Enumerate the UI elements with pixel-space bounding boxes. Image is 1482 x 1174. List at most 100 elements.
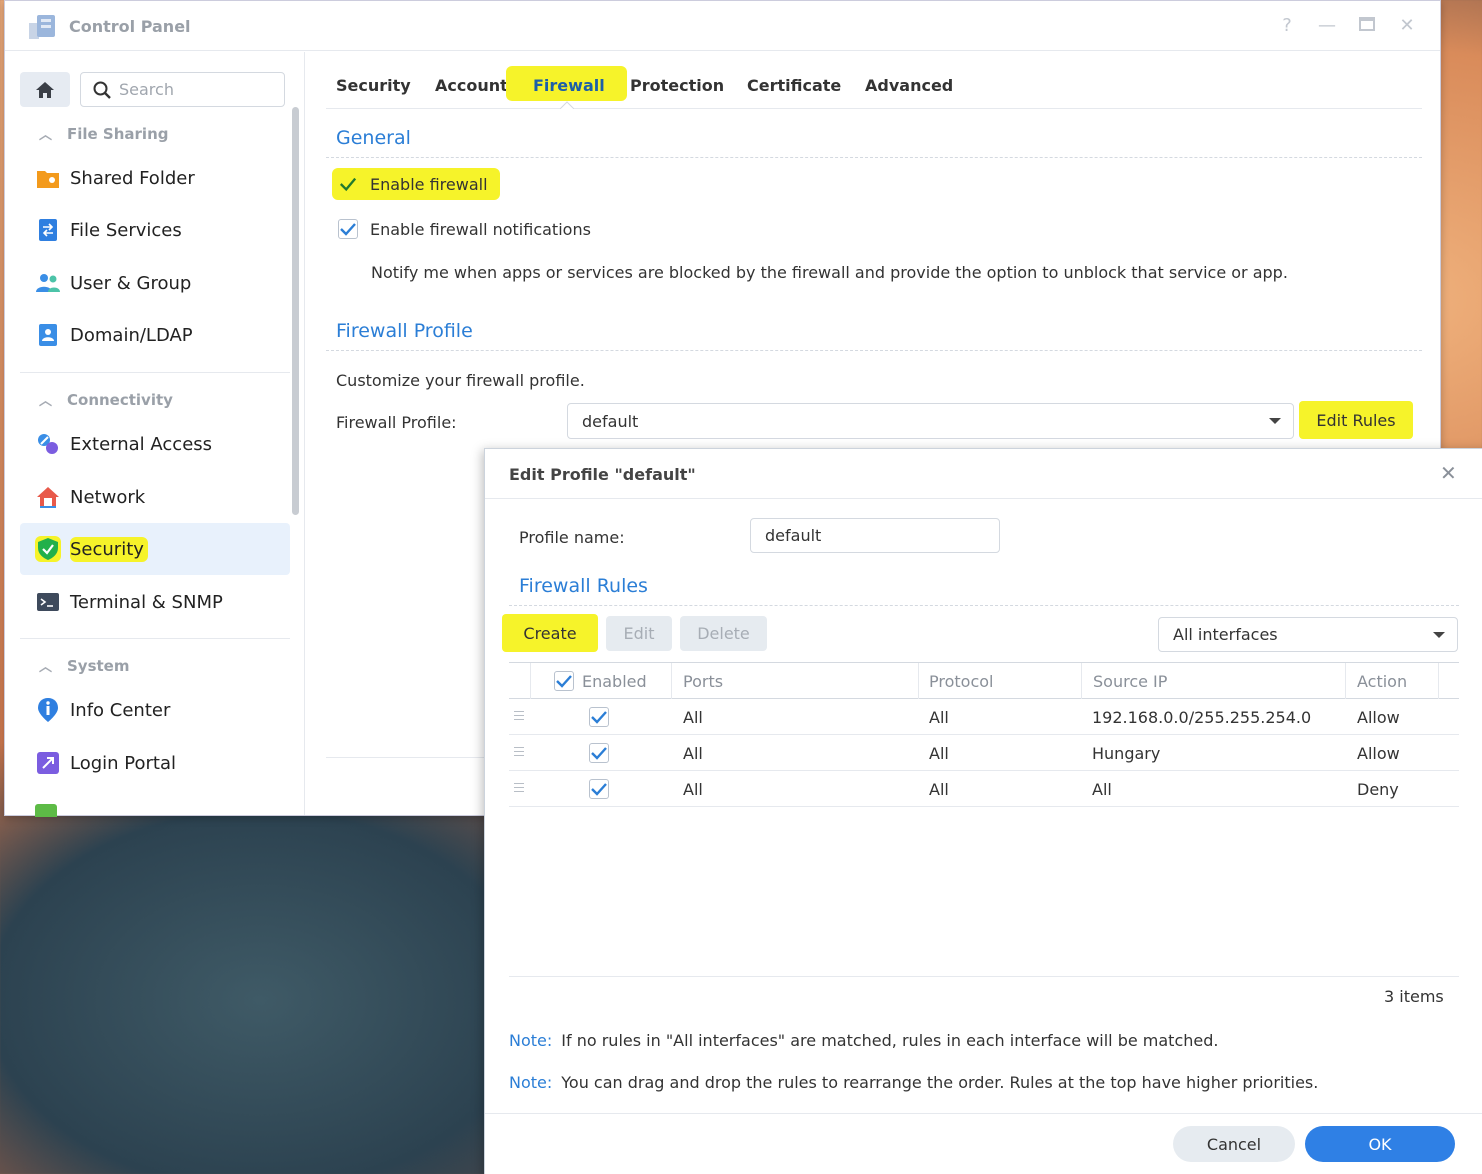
drag-handle-icon[interactable] xyxy=(514,783,524,795)
file-services-icon xyxy=(35,217,61,243)
dialog-header: Edit Profile "default" ✕ xyxy=(485,449,1482,499)
table-row[interactable]: All All All Deny xyxy=(509,771,1459,807)
section-file-sharing[interactable]: ︿ File Sharing xyxy=(39,124,168,143)
profile-name-label: Profile name: xyxy=(519,528,625,547)
sidebar-item-shared-folder[interactable]: Shared Folder xyxy=(20,152,290,204)
sidebar-item-user-group[interactable]: User & Group xyxy=(20,257,290,309)
tab-certificate[interactable]: Certificate xyxy=(747,76,841,95)
network-icon xyxy=(35,484,61,510)
chevron-down-icon xyxy=(1269,418,1281,424)
interfaces-select[interactable]: All interfaces xyxy=(1158,617,1458,652)
home-icon xyxy=(36,81,54,98)
firewall-rules-heading: Firewall Rules xyxy=(519,575,648,597)
create-button[interactable]: Create xyxy=(502,614,598,652)
sidebar-item-security[interactable]: Security xyxy=(20,523,290,575)
sidebar-divider xyxy=(20,372,290,373)
chevron-up-icon: ︿ xyxy=(39,128,53,143)
sidebar-item-info-center[interactable]: Info Center xyxy=(20,684,290,736)
content-footer-line xyxy=(326,757,491,758)
profile-label: Firewall Profile: xyxy=(336,413,457,432)
external-access-icon xyxy=(35,431,61,457)
column-separator xyxy=(1345,663,1346,699)
column-ports[interactable]: Ports xyxy=(683,663,723,699)
checkmark-icon xyxy=(591,711,607,724)
edit-button[interactable]: Edit xyxy=(606,616,672,651)
notify-description: Notify me when apps or services are bloc… xyxy=(371,263,1288,282)
close-window-icon[interactable]: ✕ xyxy=(1396,15,1418,36)
column-enabled[interactable]: Enabled xyxy=(554,663,647,699)
tab-account[interactable]: Account xyxy=(435,76,508,95)
column-protocol[interactable]: Protocol xyxy=(929,663,993,699)
folder-icon xyxy=(35,165,61,191)
domain-ldap-icon xyxy=(35,322,61,348)
drag-handle-icon[interactable] xyxy=(514,711,524,723)
section-connectivity[interactable]: ︿ Connectivity xyxy=(39,390,173,409)
home-button[interactable] xyxy=(20,72,70,107)
dialog-title: Edit Profile "default" xyxy=(509,465,696,484)
rule-ports: All xyxy=(683,779,703,799)
sidebar-item-terminal-snmp[interactable]: Terminal & SNMP xyxy=(20,576,290,628)
sidebar-item-external-access[interactable]: External Access xyxy=(20,418,290,470)
rule-ports: All xyxy=(683,707,703,727)
active-tab-pointer xyxy=(560,101,574,109)
sidebar-divider xyxy=(20,638,290,639)
search-box[interactable] xyxy=(80,72,285,107)
close-icon[interactable]: ✕ xyxy=(1440,461,1457,485)
rule-source-ip: All xyxy=(1092,779,1112,799)
section-divider xyxy=(509,605,1459,606)
column-action[interactable]: Action xyxy=(1357,663,1407,699)
maximize-icon[interactable] xyxy=(1356,15,1378,36)
delete-button[interactable]: Delete xyxy=(680,616,767,651)
enable-firewall-checkbox[interactable] xyxy=(338,174,358,194)
select-all-checkbox[interactable] xyxy=(554,671,574,691)
column-separator xyxy=(918,663,919,699)
minimize-icon[interactable]: — xyxy=(1316,15,1338,36)
rule-enabled-checkbox[interactable] xyxy=(589,743,609,763)
tab-firewall[interactable]: Firewall xyxy=(506,66,627,101)
profile-select[interactable]: default xyxy=(567,403,1294,439)
search-input[interactable] xyxy=(119,80,269,99)
chevron-down-icon xyxy=(1433,631,1445,638)
table-row[interactable]: All All Hungary Allow xyxy=(509,735,1459,771)
rule-ports: All xyxy=(683,743,703,763)
ok-button[interactable]: OK xyxy=(1305,1126,1455,1162)
checkmark-icon xyxy=(591,747,607,760)
sidebar-item-network[interactable]: Network xyxy=(20,471,290,523)
rule-action: Allow xyxy=(1357,707,1400,727)
rule-enabled-checkbox[interactable] xyxy=(589,779,609,799)
tab-protection[interactable]: Protection xyxy=(630,76,724,95)
section-divider xyxy=(326,350,1422,351)
rule-protocol: All xyxy=(929,743,949,763)
cancel-button[interactable]: Cancel xyxy=(1173,1126,1295,1162)
column-source-ip[interactable]: Source IP xyxy=(1093,663,1167,699)
enable-notifications-row[interactable]: Enable firewall notifications xyxy=(338,219,591,239)
tab-security[interactable]: Security xyxy=(336,76,411,95)
sidebar-item-login-portal[interactable]: Login Portal xyxy=(20,737,290,789)
tab-advanced[interactable]: Advanced xyxy=(865,76,953,95)
profile-name-input[interactable]: default xyxy=(750,518,1000,553)
help-icon[interactable]: ? xyxy=(1276,15,1298,36)
tab-bar: Security Account Firewall Protection Cer… xyxy=(326,52,1422,109)
enable-firewall-row[interactable]: Enable firewall xyxy=(332,168,500,200)
user-group-icon xyxy=(35,270,61,296)
note-interfaces: Note: If no rules in "All interfaces" are… xyxy=(509,1031,1219,1050)
edit-rules-button[interactable]: Edit Rules xyxy=(1299,401,1413,439)
dialog-footer-line xyxy=(485,1113,1482,1114)
chevron-up-icon: ︿ xyxy=(39,660,53,675)
table-footer-line xyxy=(509,976,1459,977)
rule-action: Allow xyxy=(1357,743,1400,763)
sidebar-scrollbar[interactable] xyxy=(292,107,299,515)
sidebar-item-file-services[interactable]: File Services xyxy=(20,204,290,256)
sidebar-item-domain-ldap[interactable]: Domain/LDAP xyxy=(20,309,290,361)
title-bar: Control Panel ? — ✕ xyxy=(5,1,1440,51)
table-row[interactable]: All All 192.168.0.0/255.255.254.0 Allow xyxy=(509,699,1459,735)
checkmark-icon xyxy=(591,783,607,796)
column-separator xyxy=(530,663,531,699)
rule-enabled-checkbox[interactable] xyxy=(589,707,609,727)
column-separator xyxy=(671,663,672,699)
enable-notifications-checkbox[interactable] xyxy=(338,219,358,239)
control-panel-icon xyxy=(29,15,55,39)
section-system[interactable]: ︿ System xyxy=(39,656,129,675)
drag-handle-icon[interactable] xyxy=(514,747,524,759)
partial-icon xyxy=(35,804,57,817)
